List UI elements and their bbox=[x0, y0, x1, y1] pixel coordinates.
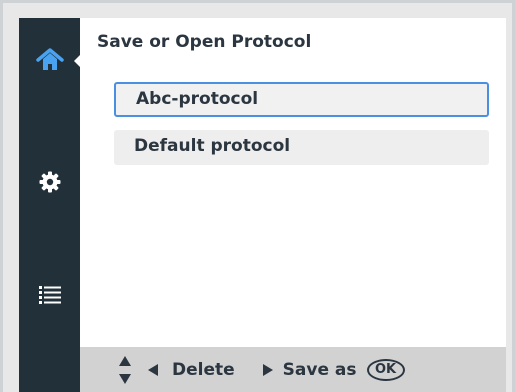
main-panel: Save or Open Protocol Abc-protocol Defau… bbox=[80, 18, 506, 392]
delete-action[interactable]: Delete bbox=[148, 360, 235, 380]
list-item-label: Default protocol bbox=[134, 136, 291, 156]
list-item-abc-protocol[interactable]: Abc-protocol bbox=[114, 82, 489, 117]
sidebar-item-home[interactable] bbox=[19, 30, 80, 90]
left-arrow-icon bbox=[148, 363, 158, 376]
list-item-default-protocol[interactable]: Default protocol bbox=[114, 130, 489, 165]
ok-label: OK bbox=[374, 362, 397, 377]
sidebar bbox=[19, 18, 81, 392]
delete-label: Delete bbox=[172, 359, 235, 380]
list-icon bbox=[38, 286, 61, 304]
save-as-action[interactable]: Save as bbox=[262, 359, 357, 380]
save-as-label: Save as bbox=[282, 359, 357, 380]
home-icon bbox=[35, 48, 64, 70]
footer-bar: Delete Save as OK bbox=[80, 347, 506, 392]
right-arrow-icon bbox=[262, 363, 273, 376]
ok-button[interactable]: OK bbox=[366, 358, 405, 381]
gear-icon bbox=[39, 171, 60, 193]
page-title: Save or Open Protocol bbox=[97, 32, 312, 52]
up-down-arrows-icon bbox=[119, 355, 131, 384]
list-item-label: Abc-protocol bbox=[136, 89, 259, 109]
sidebar-item-list[interactable] bbox=[19, 264, 80, 324]
sidebar-item-settings[interactable] bbox=[19, 152, 80, 212]
